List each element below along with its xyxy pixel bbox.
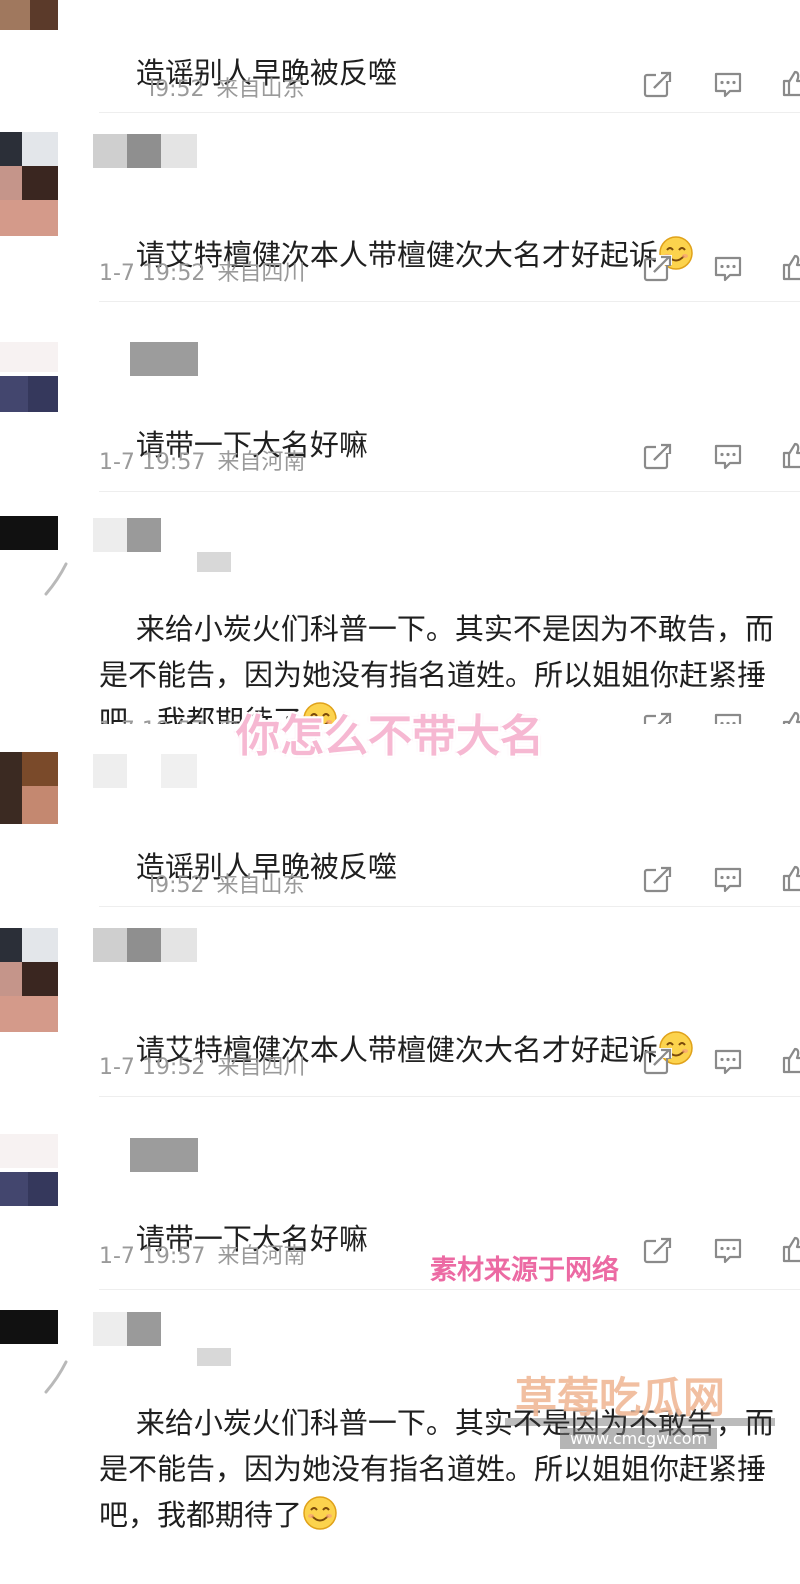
watermark-url: www.cmcgw.com (560, 1428, 718, 1449)
comment-icon[interactable] (713, 443, 743, 471)
comment-meta: l9:52 来自山东 (149, 71, 305, 103)
like-icon[interactable] (780, 69, 800, 97)
share-icon[interactable] (642, 1048, 672, 1076)
avatar[interactable] (0, 0, 58, 30)
comment-icon[interactable] (713, 71, 743, 99)
comment-meta: 1-7 19:52 来自四川 (99, 255, 305, 287)
comment-time: 1-7 19:52 (99, 261, 206, 286)
share-icon[interactable] (642, 443, 672, 471)
comment-location: 来自河南 (217, 1244, 306, 1269)
comment-location: 来自山东 (216, 873, 305, 898)
comment-icon[interactable] (713, 255, 743, 283)
comment-time: 1-7 19:57 (99, 1244, 206, 1269)
comment-location: 来自山东 (216, 77, 305, 102)
share-icon[interactable] (642, 255, 672, 283)
like-icon[interactable] (780, 253, 800, 281)
avatar[interactable] (0, 928, 58, 1032)
avatar[interactable] (0, 342, 58, 412)
comment-meta: 1-7 19:52 来自四川 (99, 1049, 305, 1081)
source-note-overlay: 素材来源于网络 (430, 1255, 619, 1286)
avatar[interactable] (0, 132, 58, 236)
divider (99, 112, 800, 113)
comment-meta: l9:52 来自山东 (149, 867, 305, 899)
divider (99, 906, 800, 907)
share-icon[interactable] (642, 71, 672, 99)
watermark-site-name: 草莓吃瓜网 (515, 1373, 726, 1422)
like-icon[interactable] (780, 1046, 800, 1074)
divider (99, 1289, 800, 1290)
avatar[interactable] (0, 752, 58, 824)
comment-meta: 1-7 19:57 来自河南 (99, 444, 305, 476)
pen-icon (44, 1360, 68, 1394)
caption-overlay: 你怎么不带大名 (236, 711, 544, 762)
smile-emoji-icon (302, 1495, 338, 1531)
comment-time: 1-7 19:57 (99, 450, 206, 475)
comment-location: 来自河南 (217, 450, 306, 475)
divider (99, 1096, 800, 1097)
divider (99, 491, 800, 492)
pen-icon (44, 562, 68, 596)
like-icon[interactable] (780, 1235, 800, 1263)
comment-time: l9:52 (149, 77, 205, 102)
comment-location: 来自四川 (217, 1055, 306, 1080)
comment-icon[interactable] (713, 1237, 743, 1265)
avatar[interactable] (0, 516, 58, 552)
share-icon[interactable] (642, 1237, 672, 1265)
like-icon[interactable] (780, 864, 800, 892)
share-icon[interactable] (642, 866, 672, 894)
comment-time: l9:52 (149, 873, 205, 898)
divider (99, 301, 800, 302)
comment-time: 1-7 19:52 (99, 1055, 206, 1080)
avatar[interactable] (0, 1310, 58, 1346)
comment-meta: 1-7 19:57 来自河南 (99, 1238, 305, 1270)
avatar[interactable] (0, 1134, 58, 1206)
like-icon[interactable] (780, 441, 800, 469)
comment-icon[interactable] (713, 1048, 743, 1076)
comment-location: 来自四川 (217, 261, 306, 286)
comment-icon[interactable] (713, 866, 743, 894)
